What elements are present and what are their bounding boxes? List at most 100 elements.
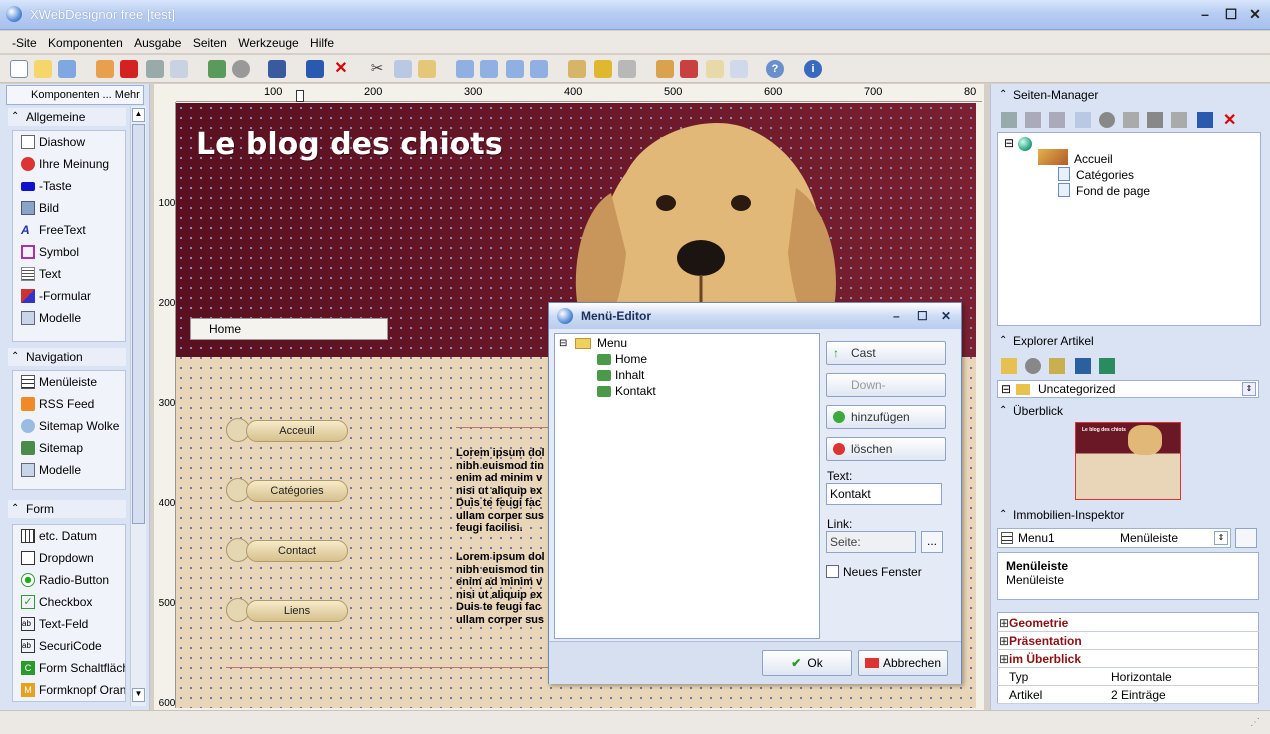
settings-icon[interactable] (656, 60, 674, 78)
component-bild[interactable]: Bild (13, 197, 125, 219)
tree-item-kontakt[interactable]: Kontakt (615, 383, 656, 399)
add-button[interactable]: hinzufügen (826, 405, 946, 429)
group-geometrie[interactable]: ⊞ Geometrie (997, 614, 1259, 632)
document-icon[interactable] (730, 60, 748, 78)
save-icon[interactable] (1197, 112, 1213, 128)
spin-icon[interactable]: ⇕ (1242, 382, 1256, 396)
maximize-icon[interactable]: ☐ (1222, 6, 1240, 22)
resize-grip-icon[interactable]: ⋰ (1250, 717, 1260, 728)
pages-manager-header[interactable]: ⌃ Seiten-Manager (995, 86, 1261, 104)
explorer-header[interactable]: ⌃ Explorer Artikel (995, 332, 1261, 350)
component-text[interactable]: Text (13, 263, 125, 285)
menu-site[interactable]: -Site (8, 33, 41, 53)
component-formular[interactable]: -Formular (13, 285, 125, 307)
browse-link-button[interactable]: ... (921, 531, 943, 553)
copy-icon[interactable] (1075, 112, 1091, 128)
open-icon[interactable] (58, 60, 76, 78)
maximize-icon[interactable]: ☐ (917, 303, 928, 329)
tree-item-home[interactable]: Home (615, 351, 647, 367)
tree-expander-icon[interactable]: ⊟ (1001, 381, 1011, 397)
new-article-icon[interactable] (1099, 358, 1115, 374)
home-icon[interactable] (1147, 112, 1163, 128)
tree-expander-icon[interactable]: ⊟ (1004, 135, 1014, 151)
add-article-icon[interactable] (1075, 358, 1091, 374)
property-row-artikel[interactable]: Artikel 2 Einträge (997, 686, 1259, 704)
components-tab[interactable]: Komponenten ... Mehr (6, 85, 144, 105)
text-input[interactable]: Kontakt (826, 483, 942, 505)
component-securicode[interactable]: ab SecuriCode (13, 635, 125, 657)
trash-icon[interactable] (618, 60, 636, 78)
page-item-categories[interactable]: Catégories (1076, 167, 1134, 183)
lorem-block-1[interactable]: Lorem ipsum dol nibh euismod tin enim ad… (456, 447, 550, 535)
align-center-icon[interactable] (480, 60, 498, 78)
component-datum[interactable]: etc. Datum (13, 525, 125, 547)
delete-icon[interactable]: ✕ (332, 60, 350, 78)
cast-button[interactable]: ↑ Cast (826, 341, 946, 365)
home-nav-bar[interactable]: Home (190, 318, 388, 340)
color-icon[interactable] (680, 60, 698, 78)
print-icon[interactable] (146, 60, 164, 78)
explorer-tree[interactable]: ⊟ Uncategorized ⇕ (997, 380, 1259, 398)
component-symbol[interactable]: Symbol (13, 241, 125, 263)
edit-category-icon[interactable] (1049, 358, 1065, 374)
tree-root-menu[interactable]: Menu (597, 335, 627, 351)
property-value[interactable]: Horizontale (1111, 668, 1172, 686)
remove-icon[interactable] (1099, 112, 1115, 128)
menu-hilfe[interactable]: Hilfe (306, 33, 338, 53)
section-allgemeine-header[interactable]: ⌃ Allgemeine (8, 108, 126, 126)
scroll-thumb[interactable] (132, 124, 145, 524)
section-form-header[interactable]: ⌃ Form (8, 500, 126, 518)
page-item-fond-de-page[interactable]: Fond de page (1076, 183, 1150, 199)
component-sitemap[interactable]: Sitemap (13, 437, 125, 459)
inspector-extra-button[interactable] (1235, 528, 1257, 548)
add-category-icon[interactable] (1001, 358, 1017, 374)
scroll-down-icon[interactable]: ▼ (132, 688, 145, 702)
publish-icon[interactable] (120, 60, 138, 78)
group-prasentation[interactable]: ⊞ Präsentation (997, 632, 1259, 650)
lock-icon[interactable] (594, 60, 612, 78)
expand-icon[interactable]: ⊞ (999, 650, 1009, 668)
left-scrollbar[interactable]: ▲ ▼ (130, 106, 146, 706)
delete-icon[interactable]: ✕ (1223, 110, 1236, 130)
property-row-typ[interactable]: Typ Horizontale (997, 668, 1259, 686)
paste-icon[interactable] (418, 60, 436, 78)
upload-icon[interactable] (208, 60, 226, 78)
nav-button-categories[interactable]: Catégories (226, 477, 350, 503)
new-folder-icon[interactable] (34, 60, 52, 78)
component-taste[interactable]: -Taste (13, 175, 125, 197)
section-navigation-header[interactable]: ⌃ Navigation (8, 348, 126, 366)
rename-icon[interactable] (1123, 112, 1139, 128)
expand-icon[interactable]: ⊞ (999, 632, 1009, 650)
delete-button[interactable]: löschen (826, 437, 946, 461)
tree-expander-icon[interactable]: ⊟ (559, 336, 567, 352)
site-title[interactable]: Le blog des chiots (196, 127, 503, 162)
component-ihre-meinung[interactable]: Ihre Meinung (13, 153, 125, 175)
component-checkbox[interactable]: ✓ Checkbox (13, 591, 125, 613)
component-formknopf-orange[interactable]: M Formknopf Orange (13, 679, 125, 701)
align-left-icon[interactable] (456, 60, 474, 78)
component-diashow[interactable]: Diashow (13, 131, 125, 153)
remove-category-icon[interactable] (1025, 358, 1041, 374)
copy-icon[interactable] (394, 60, 412, 78)
component-rss-feed[interactable]: RSS Feed (13, 393, 125, 415)
group-im-uberblick[interactable]: ⊞ im Überblick (997, 650, 1259, 668)
nav-button-contact[interactable]: Contact (226, 537, 350, 563)
spin-icon[interactable]: ⇕ (1214, 531, 1228, 545)
close-icon[interactable]: ✕ (1246, 6, 1264, 22)
cut-icon[interactable]: ✂ (368, 60, 386, 78)
dialog-title-bar[interactable]: Menü-Editor – ☐ ✕ (549, 303, 961, 329)
ruler-marker[interactable] (296, 90, 304, 102)
list-icon[interactable] (1025, 112, 1041, 128)
component-dropdown[interactable]: Dropdown (13, 547, 125, 569)
menu-werkzeuge[interactable]: Werkzeuge (234, 33, 302, 53)
align-top-icon[interactable] (530, 60, 548, 78)
link-input[interactable]: Seite: (826, 531, 916, 553)
component-form-schaltflache[interactable]: C Form Schaltfläche (13, 657, 125, 679)
menu-seiten[interactable]: Seiten (189, 33, 231, 53)
edit-icon[interactable] (568, 60, 586, 78)
book-icon[interactable] (268, 60, 286, 78)
save-icon[interactable] (306, 60, 324, 78)
close-icon[interactable]: ✕ (941, 303, 951, 329)
component-modelle-nav[interactable]: Modelle (13, 459, 125, 481)
inspector-object-select[interactable]: Menu1 Menüleiste ⇕ (997, 528, 1231, 548)
